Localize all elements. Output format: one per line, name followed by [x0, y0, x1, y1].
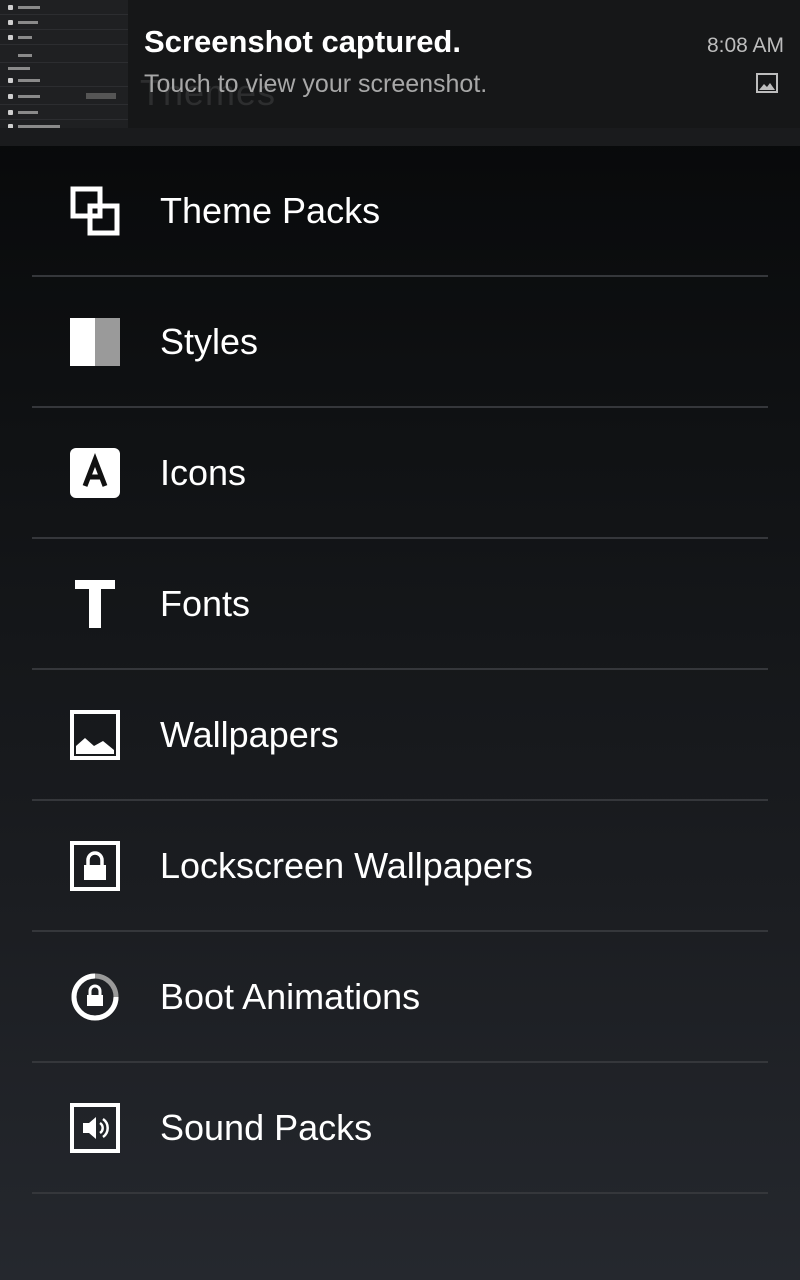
screenshot-notification[interactable]: Themes Screenshot captured. Touch to vie…: [0, 0, 800, 129]
notification-title: Screenshot captured.: [144, 24, 461, 59]
lockscreen-wallpapers-icon: [70, 841, 120, 891]
notification-text: Touch to view your screenshot.: [144, 70, 488, 98]
menu-item-label: Icons: [160, 452, 247, 493]
menu-item-label: Theme Packs: [160, 190, 381, 231]
menu-item-lockscreen-wallpapers[interactable]: Lockscreen Wallpapers: [32, 801, 768, 932]
screenshot-thumbnail: [0, 0, 128, 128]
theme-packs-icon: [70, 186, 120, 236]
sound-packs-icon: [70, 1103, 120, 1153]
wallpapers-icon: [70, 710, 120, 760]
menu-item-styles[interactable]: Styles: [32, 277, 768, 408]
menu-item-sound-packs[interactable]: Sound Packs: [32, 1063, 768, 1194]
icons-icon: [70, 448, 120, 498]
menu-item-label: Fonts: [160, 583, 251, 624]
menu-item-label: Styles: [160, 321, 259, 362]
notification-time: 8:08 AM: [706, 34, 784, 57]
image-icon: [756, 73, 778, 93]
menu-item-label: Boot Animations: [160, 976, 421, 1017]
menu-item-boot-animations[interactable]: Boot Animations: [32, 932, 768, 1063]
fonts-icon: [75, 580, 115, 628]
menu-item-theme-packs[interactable]: Theme Packs: [32, 146, 768, 277]
menu-item-label: Sound Packs: [160, 1107, 373, 1148]
menu-item-icons[interactable]: Icons: [32, 408, 768, 539]
styles-icon: [70, 318, 120, 366]
themes-menu-list: Theme Packs Styles Icons Fonts Wallpaper…: [32, 146, 768, 1194]
menu-item-label: Lockscreen Wallpapers: [160, 845, 533, 886]
menu-item-wallpapers[interactable]: Wallpapers: [32, 670, 768, 801]
header-strip: [0, 128, 800, 146]
menu-item-label: Wallpapers: [160, 714, 339, 755]
boot-animations-icon: [71, 973, 119, 1021]
menu-item-fonts[interactable]: Fonts: [32, 539, 768, 670]
